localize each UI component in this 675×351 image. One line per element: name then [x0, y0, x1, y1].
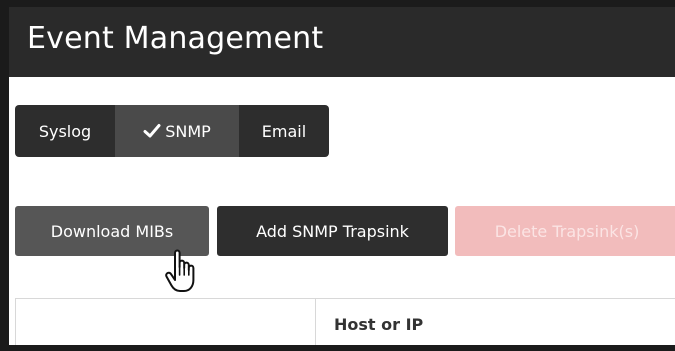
host-or-ip-column-header[interactable]: Host or IP — [334, 315, 423, 334]
select-column-header[interactable] — [16, 299, 316, 345]
tab-snmp[interactable]: SNMP — [115, 105, 239, 157]
event-type-tabs: Syslog SNMP Email — [15, 105, 329, 157]
page-header: Event Management — [9, 7, 675, 77]
delete-trapsinks-button[interactable]: Delete Trapsink(s) — [455, 206, 675, 256]
download-mibs-button[interactable]: Download MIBs — [15, 206, 209, 256]
trapsink-table-header: Host or IP — [15, 298, 675, 345]
check-icon — [143, 124, 161, 138]
tab-email[interactable]: Email — [239, 105, 329, 157]
add-snmp-trapsink-button[interactable]: Add SNMP Trapsink — [217, 206, 448, 256]
add-snmp-trapsink-label: Add SNMP Trapsink — [256, 221, 409, 241]
download-mibs-label: Download MIBs — [50, 221, 174, 241]
tab-email-label: Email — [261, 121, 307, 141]
event-management-page: Event Management Syslog SNMP Email Downl… — [0, 0, 675, 351]
tab-snmp-label: SNMP — [165, 121, 211, 141]
delete-trapsinks-label: Delete Trapsink(s) — [494, 221, 640, 241]
tab-syslog-label: Syslog — [38, 121, 92, 141]
page-title: Event Management — [27, 21, 324, 56]
tab-syslog[interactable]: Syslog — [15, 105, 115, 157]
